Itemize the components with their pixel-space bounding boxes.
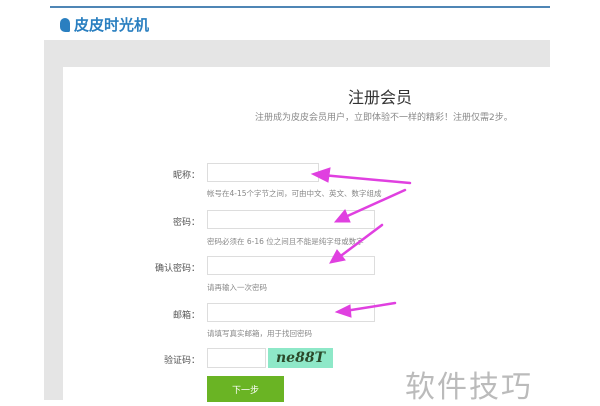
email-hint: 请填写真实邮箱，用于找回密码 [207, 329, 312, 338]
next-step-button[interactable]: 下一步 [207, 376, 284, 402]
page-title: 注册会员 [347, 88, 412, 107]
nickname-hint: 帐号在4-15个字节之间，可由中文、英文、数字组成 [207, 189, 382, 198]
site-logo[interactable]: 皮皮时光机 [60, 14, 149, 35]
confirm-password-label: 确认密码： [154, 264, 200, 274]
captcha-label: 验证码： [163, 356, 200, 366]
nickname-label: 昵称： [172, 171, 200, 181]
top-divider [50, 6, 550, 8]
email-label: 邮箱： [172, 311, 200, 321]
confirm-password-input[interactable] [207, 256, 375, 275]
password-input[interactable] [207, 210, 375, 229]
watermark: 软件技巧 [405, 370, 533, 405]
nickname-input[interactable] [207, 163, 319, 182]
password-label: 密码： [172, 218, 200, 228]
captcha-image[interactable]: ne88T [268, 348, 333, 368]
email-input[interactable] [207, 303, 375, 322]
password-hint: 密码必须在 6-16 位之间且不能是纯字母或数字 [207, 237, 364, 246]
page-subtitle: 注册成为皮皮会员用户，立即体验不一样的精彩！注册仅需2步。 [255, 113, 513, 123]
logo-text: 皮皮时光机 [74, 16, 150, 34]
logo-icon [60, 17, 70, 32]
confirm-password-hint: 请再输入一次密码 [207, 283, 267, 292]
captcha-input[interactable] [207, 348, 266, 368]
